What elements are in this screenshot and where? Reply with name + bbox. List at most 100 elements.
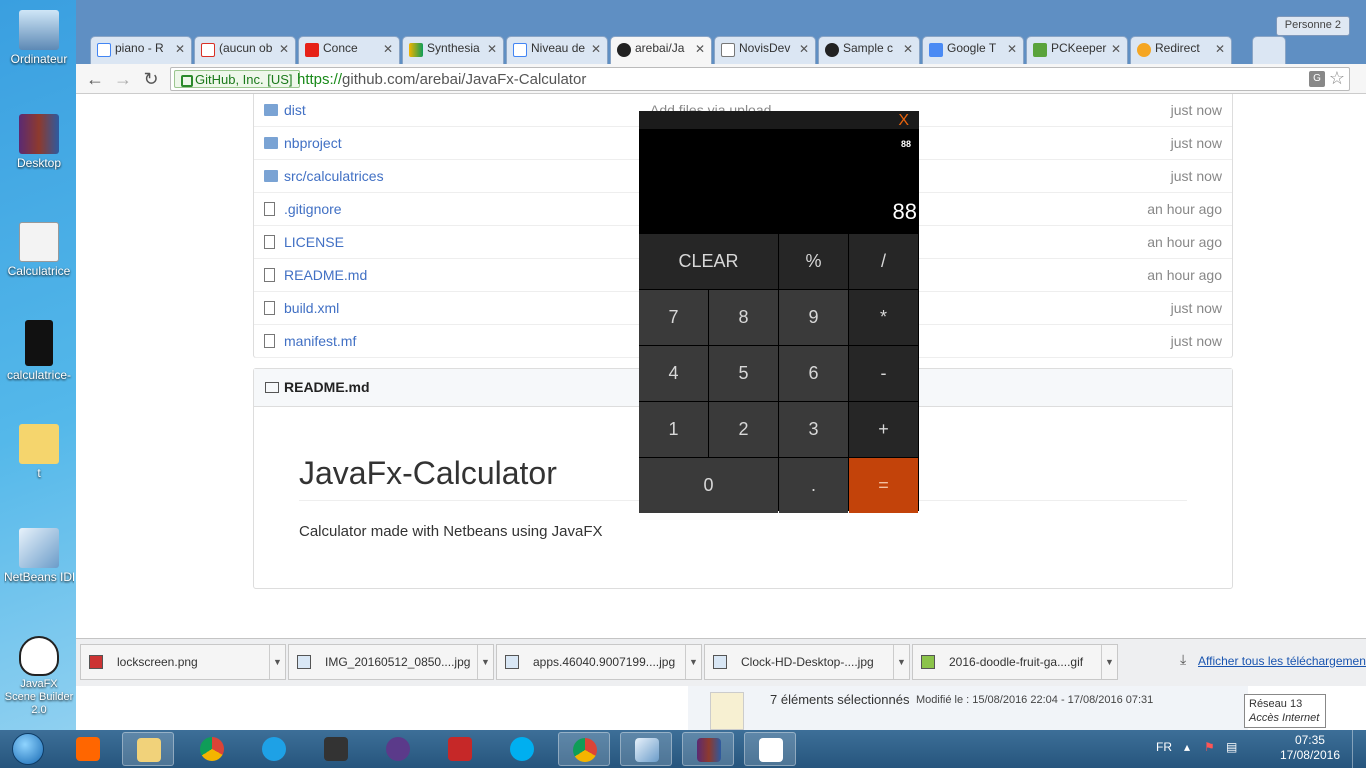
- close-icon[interactable]: ✕: [175, 42, 185, 56]
- key-4-button[interactable]: 4: [639, 346, 708, 401]
- file-name-link[interactable]: dist: [284, 102, 306, 118]
- taskbar-spider[interactable]: [372, 732, 424, 766]
- translate-icon[interactable]: G: [1309, 71, 1325, 87]
- download-item[interactable]: IMG_20160512_0850....jpg ▼: [288, 644, 494, 680]
- close-icon[interactable]: ✕: [1215, 42, 1225, 56]
- download-item[interactable]: apps.46040.9007199....jpg ▼: [496, 644, 702, 680]
- key-plus-button[interactable]: +: [849, 402, 918, 457]
- close-icon[interactable]: ✕: [1007, 42, 1017, 56]
- close-icon[interactable]: ✕: [591, 42, 601, 56]
- explorer-details-pane: 7 éléments sélectionnés Modifié le : 15/…: [688, 686, 1248, 730]
- file-name-link[interactable]: build.xml: [284, 300, 339, 316]
- download-item[interactable]: 2016-doodle-fruit-ga....gif ▼: [912, 644, 1118, 680]
- desktop-icon-folder[interactable]: t: [4, 424, 74, 480]
- file-icon: [264, 301, 275, 315]
- taskbar-orange[interactable]: [62, 732, 114, 766]
- show-all-downloads-link[interactable]: Afficher tous les téléchargements: [1198, 654, 1366, 668]
- key-equals-button[interactable]: =: [849, 458, 918, 513]
- security-badge[interactable]: GitHub, Inc. [US]: [174, 70, 300, 88]
- file-name-link[interactable]: .gitignore: [284, 201, 342, 217]
- url-text[interactable]: https://github.com/arebai/JavaFx-Calcula…: [297, 71, 586, 88]
- chevron-down-icon[interactable]: ▼: [893, 645, 909, 679]
- tab-youtube[interactable]: Conce ✕: [298, 36, 400, 64]
- file-name-link[interactable]: src/calculatrices: [284, 168, 384, 184]
- calculator-titlebar[interactable]: X: [639, 111, 919, 129]
- key-6-button[interactable]: 6: [779, 346, 848, 401]
- download-item[interactable]: Clock-HD-Desktop-....jpg ▼: [704, 644, 910, 680]
- tab-synthesia[interactable]: Synthesia ✕: [402, 36, 504, 64]
- network-icon[interactable]: ▤: [1226, 740, 1237, 754]
- chevron-down-icon[interactable]: ▼: [1101, 645, 1117, 679]
- file-name-link[interactable]: nbproject: [284, 135, 342, 151]
- key-3-button[interactable]: 3: [779, 402, 848, 457]
- close-icon[interactable]: ✕: [1111, 42, 1121, 56]
- calculator-close-button[interactable]: X: [898, 112, 909, 130]
- key-2-button[interactable]: 2: [709, 402, 778, 457]
- tab-github-active[interactable]: arebai/Ja ✕: [610, 36, 712, 64]
- download-item[interactable]: lockscreen.png ▼: [80, 644, 286, 680]
- key-5-button[interactable]: 5: [709, 346, 778, 401]
- file-name-link[interactable]: LICENSE: [284, 234, 344, 250]
- taskbar-chrome[interactable]: [186, 732, 238, 766]
- profile-button[interactable]: Personne 2: [1275, 16, 1350, 36]
- key-1-button[interactable]: 1: [639, 402, 708, 457]
- taskbar-ie[interactable]: [248, 732, 300, 766]
- desktop-icon-computer[interactable]: Ordinateur: [4, 10, 74, 66]
- chevron-down-icon[interactable]: ▼: [269, 645, 285, 679]
- desktop-icon-calculatrice-jar[interactable]: calculatrice-: [4, 320, 74, 382]
- reload-button[interactable]: ↻: [140, 68, 162, 90]
- bookmark-star-icon[interactable]: ☆: [1329, 68, 1345, 89]
- tab-novisdev[interactable]: NovisDev ✕: [714, 36, 816, 64]
- close-icon[interactable]: ✕: [487, 42, 497, 56]
- key-percent-button[interactable]: %: [779, 234, 848, 289]
- taskbar-cod[interactable]: [310, 732, 362, 766]
- close-icon[interactable]: ✕: [383, 42, 393, 56]
- tray-up-arrow-icon[interactable]: ▴: [1184, 740, 1190, 754]
- taskbar-winrar[interactable]: [682, 732, 734, 766]
- show-desktop-button[interactable]: [1352, 730, 1366, 768]
- taskbar-chrome-open[interactable]: [558, 732, 610, 766]
- new-tab-button[interactable]: [1252, 36, 1286, 64]
- tab-sample[interactable]: Sample c ✕: [818, 36, 920, 64]
- key-divide-button[interactable]: /: [849, 234, 918, 289]
- key-decimal-button[interactable]: .: [779, 458, 848, 513]
- desktop-icon-desktop[interactable]: Desktop: [4, 114, 74, 170]
- key-7-button[interactable]: 7: [639, 290, 708, 345]
- desktop-icon-scenebuilder[interactable]: JavaFX Scene Builder 2.0: [4, 636, 74, 717]
- start-button[interactable]: [2, 730, 54, 768]
- address-bar[interactable]: GitHub, Inc. [US] https://github.com/are…: [170, 67, 1350, 91]
- taskbar-java[interactable]: [744, 732, 796, 766]
- close-icon[interactable]: ✕: [903, 42, 913, 56]
- close-icon[interactable]: ✕: [695, 42, 705, 56]
- desktop-icon-netbeans[interactable]: NetBeans IDE: [4, 528, 74, 584]
- tab-piano[interactable]: piano - R ✕: [90, 36, 192, 64]
- language-indicator[interactable]: FR: [1156, 740, 1172, 754]
- tab-pckeeper[interactable]: PCKeeper ✕: [1026, 36, 1128, 64]
- clock[interactable]: 07:35 17/08/2016: [1280, 733, 1340, 763]
- taskbar-skype[interactable]: [496, 732, 548, 766]
- taskbar-virtualbox[interactable]: [620, 732, 672, 766]
- tab-redirect[interactable]: Redirect ✕: [1130, 36, 1232, 64]
- taskbar-explorer[interactable]: [122, 732, 174, 766]
- chevron-down-icon[interactable]: ▼: [685, 645, 701, 679]
- back-button[interactable]: ←: [84, 68, 106, 90]
- flag-icon[interactable]: ⚑: [1204, 740, 1215, 754]
- tab-google-translate[interactable]: Google T ✕: [922, 36, 1024, 64]
- key-minus-button[interactable]: -: [849, 346, 918, 401]
- file-name-link[interactable]: README.md: [284, 267, 367, 283]
- key-multiply-button[interactable]: *: [849, 290, 918, 345]
- key-8-button[interactable]: 8: [709, 290, 778, 345]
- calculator-icon: [25, 320, 53, 366]
- taskbar-hearts[interactable]: [434, 732, 486, 766]
- forward-button[interactable]: →: [112, 68, 134, 90]
- file-name-link[interactable]: manifest.mf: [284, 333, 356, 349]
- close-icon[interactable]: ✕: [279, 42, 289, 56]
- key-0-button[interactable]: 0: [639, 458, 778, 513]
- key-clear-button[interactable]: CLEAR: [639, 234, 778, 289]
- tab-gmail[interactable]: (aucun ob ✕: [194, 36, 296, 64]
- tab-niveau[interactable]: Niveau de ✕: [506, 36, 608, 64]
- desktop-icon-calculatrice[interactable]: Calculatrice: [4, 222, 74, 278]
- chevron-down-icon[interactable]: ▼: [477, 645, 493, 679]
- key-9-button[interactable]: 9: [779, 290, 848, 345]
- close-icon[interactable]: ✕: [799, 42, 809, 56]
